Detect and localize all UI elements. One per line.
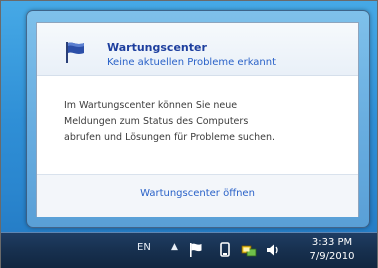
taskbar: EN ▲ 3:33 PM 7/9/2010 (1, 232, 377, 268)
clock-date[interactable]: 7/9/2010 (302, 251, 362, 262)
action-center-flag-icon[interactable] (189, 242, 203, 258)
message-line: abrufen und Lösungen für Probleme suchen… (64, 132, 276, 143)
message-line: Meldungen zum Status des Computers (64, 116, 249, 127)
popup-message: Im Wartungscenter können Sie neue Meldun… (64, 98, 349, 146)
clock-time[interactable]: 3:33 PM (302, 237, 362, 248)
volume-icon[interactable] (265, 242, 281, 258)
language-indicator[interactable]: EN (137, 242, 151, 253)
network-icon[interactable] (241, 242, 257, 258)
open-action-center-link[interactable]: Wartungscenter öffnen (37, 188, 358, 199)
show-hidden-icons-button[interactable]: ▲ (171, 242, 178, 252)
message-line: Im Wartungscenter können Sie neue (64, 100, 238, 111)
popup-header: Wartungscenter Keine aktuellen Probleme … (37, 23, 358, 76)
popup-footer: Wartungscenter öffnen (37, 174, 358, 217)
popup-title: Wartungscenter (107, 41, 207, 54)
popup-subtitle: Keine aktuellen Probleme erkannt (107, 57, 277, 68)
action-center-popup: Wartungscenter Keine aktuellen Probleme … (36, 22, 359, 217)
flag-icon (66, 42, 84, 63)
removable-device-icon[interactable] (219, 242, 231, 258)
